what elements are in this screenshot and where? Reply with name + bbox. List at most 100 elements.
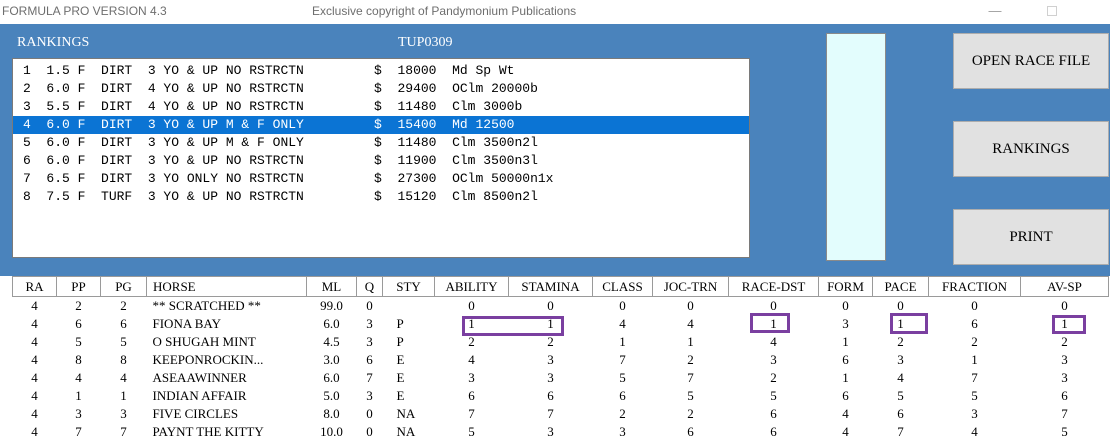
table-cell: 4 <box>31 297 38 313</box>
table-cell: 7 <box>547 405 554 421</box>
column-header-horse[interactable]: HORSE <box>146 276 307 297</box>
status-indicator <box>826 33 886 261</box>
column-header-pp[interactable]: PP <box>56 276 101 297</box>
race-list-item[interactable]: 7 6.5 F DIRT 3 YO ONLY NO RSTRCTN $ 2730… <box>13 170 749 188</box>
table-cell: E <box>396 387 405 403</box>
column-header-sty[interactable]: STY <box>382 276 435 297</box>
table-cell: 1 <box>897 315 904 331</box>
table-cell: 6 <box>547 387 554 403</box>
table-cell: 7 <box>120 423 127 439</box>
table-cell: 1 <box>468 315 475 331</box>
table-cell: 7 <box>971 369 978 385</box>
table-cell: P <box>396 333 404 349</box>
column-header-ability[interactable]: ABILITY <box>434 276 509 297</box>
column-header-class[interactable]: CLASS <box>592 276 653 297</box>
table-row[interactable]: 4 5 5 O SHUGAH MINT 4.5 3 P 2 2 1 1 4 1 2 2 2 <box>13 333 1109 351</box>
app-title: FORMULA PRO VERSION 4.3 <box>2 4 167 18</box>
table-cell: P <box>396 315 404 331</box>
table-cell: 4.5 <box>323 333 340 349</box>
table-cell: 6 <box>770 423 777 439</box>
column-header-ml[interactable]: ML <box>306 276 357 297</box>
rankings-button[interactable]: RANKINGS <box>953 121 1109 177</box>
table-cell: INDIAN AFFAIR <box>152 387 247 403</box>
table-cell: 0 <box>971 297 978 313</box>
table-cell: KEEPONROCKIN... <box>152 351 264 367</box>
table-cell: 4 <box>468 351 475 367</box>
table-row[interactable]: 4 7 7 PAYNT THE KITTY 10.0 0 NA 5 3 3 6 6 4 7 4 5 <box>13 423 1109 441</box>
column-header-stamina[interactable]: STAMINA <box>508 276 593 297</box>
table-cell: 7 <box>897 423 904 439</box>
race-list[interactable]: 1 1.5 F DIRT 3 YO & UP NO RSTRCTN $ 1800… <box>12 58 750 258</box>
table-header-row: RA PP PG HORSE ML Q STY ABILITY STAMINA CLASS JOC-… <box>12 276 1109 297</box>
column-header-av-sp[interactable]: AV-SP <box>1020 276 1109 297</box>
table-cell: 1 <box>120 387 127 403</box>
table-row[interactable]: 4 2 2 ** SCRATCHED ** 99.0 0 0 0 0 0 0 0 0 0 0 <box>13 297 1109 315</box>
print-button[interactable]: PRINT <box>953 209 1109 265</box>
table-cell: 4 <box>31 369 38 385</box>
table-cell: NA <box>396 405 416 421</box>
table-row[interactable]: 4 8 8 KEEPONROCKIN... 3.0 6 E 4 3 7 2 3 6 3 1 3 <box>13 351 1109 369</box>
table-cell: 4 <box>619 315 626 331</box>
open-race-file-button[interactable]: OPEN RACE FILE <box>953 33 1109 89</box>
race-list-item[interactable]: 6 6.0 F DIRT 3 YO & UP NO RSTRCTN $ 1190… <box>13 152 749 170</box>
table-cell: 6 <box>842 351 849 367</box>
race-list-item[interactable]: 4 6.0 F DIRT 3 YO & UP M & F ONLY $ 1540… <box>13 116 749 134</box>
table-cell: 6.0 <box>323 369 340 385</box>
table-cell: 0 <box>1061 297 1068 313</box>
table-cell: 2 <box>971 333 978 349</box>
table-cell: 4 <box>120 369 127 385</box>
column-header-form[interactable]: FORM <box>818 276 873 297</box>
table-cell: 4 <box>75 369 82 385</box>
table-cell: 0 <box>366 423 373 439</box>
table-row[interactable]: 4 1 1 INDIAN AFFAIR 5.0 3 E 6 6 6 5 5 6 5 5 6 <box>13 387 1109 405</box>
table-cell: 8 <box>120 351 127 367</box>
table-cell: 1 <box>842 333 849 349</box>
column-header-pace[interactable]: PACE <box>872 276 929 297</box>
maximize-button[interactable] <box>1029 0 1075 24</box>
table-row[interactable]: 4 4 4 ASEAAWINNER 6.0 7 E 3 3 5 7 2 1 4 7 3 <box>13 369 1109 387</box>
table-cell: FIONA BAY <box>152 315 222 331</box>
minimize-button[interactable]: — <box>972 0 1018 24</box>
table-cell: 6 <box>75 315 82 331</box>
table-cell: 8.0 <box>323 405 340 421</box>
table-cell: 3 <box>770 351 777 367</box>
table-cell: 6 <box>971 315 978 331</box>
race-list-item[interactable]: 2 6.0 F DIRT 4 YO & UP NO RSTRCTN $ 2940… <box>13 80 749 98</box>
race-list-item[interactable]: 8 7.5 F TURF 3 YO & UP NO RSTRCTN $ 1512… <box>13 188 749 206</box>
table-row[interactable]: 4 6 6 FIONA BAY 6.0 3 P 1 1 4 4 1 3 1 6 1 <box>13 315 1109 333</box>
race-list-item[interactable]: 3 5.5 F DIRT 4 YO & UP NO RSTRCTN $ 1148… <box>13 98 749 116</box>
table-cell: 4 <box>31 351 38 367</box>
column-header-pg[interactable]: PG <box>100 276 147 297</box>
table-cell: 1 <box>619 333 626 349</box>
column-header-q[interactable]: Q <box>356 276 383 297</box>
table-cell: 5 <box>687 387 694 403</box>
table-cell: 3 <box>366 315 373 331</box>
table-row[interactable]: 4 3 3 FIVE CIRCLES 8.0 0 NA 7 7 2 2 6 4 6 3 7 <box>13 405 1109 423</box>
column-header-ra[interactable]: RA <box>12 276 57 297</box>
table-cell: 3 <box>1061 369 1068 385</box>
column-header-fraction[interactable]: FRACTION <box>928 276 1021 297</box>
table-cell: 4 <box>971 423 978 439</box>
table-cell: 0 <box>770 297 777 313</box>
minimize-icon: — <box>988 3 1002 18</box>
table-cell: 5 <box>120 333 127 349</box>
table-cell: FIVE CIRCLES <box>152 405 239 421</box>
table-cell: 3 <box>547 351 554 367</box>
table-cell: 3 <box>468 369 475 385</box>
table-cell: 0 <box>687 297 694 313</box>
table-cell: 2 <box>770 369 777 385</box>
table-cell: 2 <box>547 333 554 349</box>
table-cell: 5 <box>971 387 978 403</box>
table-cell: 6 <box>1061 387 1068 403</box>
table-cell: 0 <box>842 297 849 313</box>
maximize-icon <box>1047 6 1057 16</box>
table-cell: ** SCRATCHED ** <box>152 297 261 313</box>
column-header-joc-trn[interactable]: JOC-TRN <box>652 276 729 297</box>
table-cell: 0 <box>366 405 373 421</box>
table-cell: 5 <box>897 387 904 403</box>
race-list-item[interactable]: 5 6.0 F DIRT 3 YO & UP M & F ONLY $ 1148… <box>13 134 749 152</box>
race-list-item[interactable]: 1 1.5 F DIRT 3 YO & UP NO RSTRCTN $ 1800… <box>13 62 749 80</box>
copyright-text: Exclusive copyright of Pandymonium Publi… <box>312 4 577 18</box>
table-cell: 5.0 <box>323 387 340 403</box>
column-header-race-dst[interactable]: RACE-DST <box>728 276 819 297</box>
